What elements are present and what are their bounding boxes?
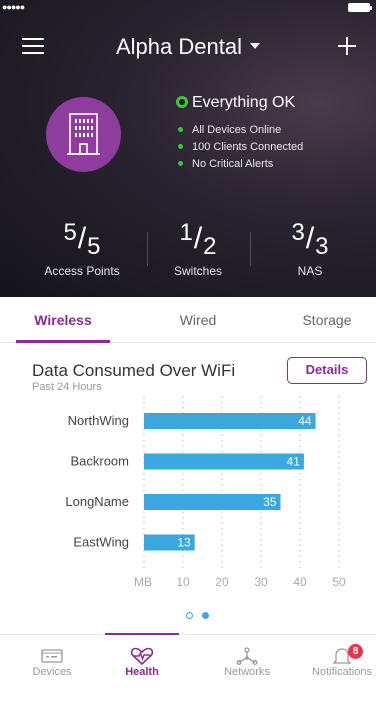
nav-health[interactable]: Health [97, 633, 187, 695]
status-item: No Critical Alerts [178, 156, 303, 173]
chevron-down-icon [249, 43, 260, 50]
x-tick-label: 30 [254, 575, 268, 589]
stat-label: Access Points [44, 264, 120, 278]
details-button[interactable]: Details [287, 357, 367, 384]
category-label: NorthWing [68, 413, 129, 428]
bar-value-label: 44 [298, 414, 312, 428]
stat-access-points[interactable]: 5/5 Access Points [22, 219, 142, 278]
bar-value-label: 13 [177, 536, 191, 550]
stat-label: Switches [173, 264, 223, 278]
card-subtitle: Past 24 Hours [32, 381, 102, 393]
green-dot-icon [178, 144, 183, 149]
category-label: LongName [65, 494, 129, 509]
x-tick-label: 40 [293, 575, 307, 589]
site-name: Alpha Dental [116, 34, 242, 59]
nav-label: Devices [32, 666, 72, 678]
nav-label: Notifications [312, 666, 372, 678]
page-dot[interactable] [186, 612, 193, 619]
tab-bar: Wireless Wired Storage [0, 297, 376, 343]
bar-value-label: 41 [287, 455, 301, 469]
nav-notifications[interactable]: 8 Notifications [297, 635, 376, 695]
data-bar [144, 453, 304, 470]
status-list: All Devices Online 100 Clients Connected… [178, 122, 303, 173]
status-item-text: 100 Clients Connected [192, 141, 304, 153]
status-item: 100 Clients Connected [178, 139, 303, 156]
page-indicator [180, 612, 220, 622]
status-item-text: No Critical Alerts [192, 158, 274, 170]
add-icon[interactable] [338, 37, 356, 55]
battery-icon [348, 3, 372, 12]
tab-wireless[interactable]: Wireless [8, 297, 118, 343]
nav-label: Networks [224, 666, 270, 678]
signal-strength-icon: ●●●●● [2, 2, 25, 12]
page-dot-active[interactable] [202, 612, 209, 619]
site-selector[interactable]: Alpha Dental [0, 34, 376, 60]
data-bar [144, 494, 281, 510]
stat-label: NAS [297, 264, 323, 278]
stat-value: 1 [179, 219, 193, 246]
stat-total: 2 [203, 233, 217, 260]
tab-wired[interactable]: Wired [143, 297, 253, 343]
nav-devices[interactable]: Devices [7, 635, 97, 695]
x-axis-unit-label: MB [134, 575, 152, 589]
heart-pulse-icon [130, 647, 154, 665]
x-tick-label: 10 [176, 575, 190, 589]
green-dot-icon [178, 161, 183, 166]
category-label: Backroom [70, 454, 129, 469]
health-status: Everything OK [176, 94, 295, 112]
green-dot-icon [178, 127, 183, 132]
bar-value-label: 35 [263, 495, 277, 509]
status-ok-icon [176, 96, 188, 108]
status-bar: ●●●●● [0, 0, 376, 14]
notification-badge: 8 [348, 644, 363, 659]
stat-total: 3 [315, 233, 329, 260]
stat-value: 3 [291, 219, 305, 246]
status-item: All Devices Online [178, 122, 303, 139]
devices-icon [41, 649, 63, 663]
status-item-text: All Devices Online [192, 124, 282, 136]
stat-total: 5 [87, 233, 101, 260]
header-panel: ●●●●● Alpha Dental Everything OK All Dev… [0, 0, 376, 297]
category-label: EastWing [73, 535, 129, 550]
building-icon [67, 113, 100, 155]
nav-networks[interactable]: Networks [202, 635, 292, 695]
nav-label: Health [125, 666, 159, 678]
stat-value: 5 [63, 219, 77, 246]
x-tick-label: 50 [332, 575, 346, 589]
network-topology-icon [236, 647, 258, 665]
health-status-text: Everything OK [192, 94, 296, 111]
x-tick-label: 20 [215, 575, 229, 589]
stat-switches[interactable]: 1/2 Switches [138, 219, 258, 278]
site-avatar [46, 97, 121, 172]
card-title: Data Consumed Over WiFi [32, 361, 236, 380]
data-bar [144, 413, 316, 429]
stat-nas[interactable]: 3/3 NAS [250, 219, 370, 278]
tab-storage[interactable]: Storage [272, 297, 376, 343]
bottom-nav: Devices Health Networks 8 Notifications [0, 633, 376, 702]
data-usage-chart: NorthWing 44 Backroom 41 LongName 35 EastWing 1… [65, 396, 346, 589]
